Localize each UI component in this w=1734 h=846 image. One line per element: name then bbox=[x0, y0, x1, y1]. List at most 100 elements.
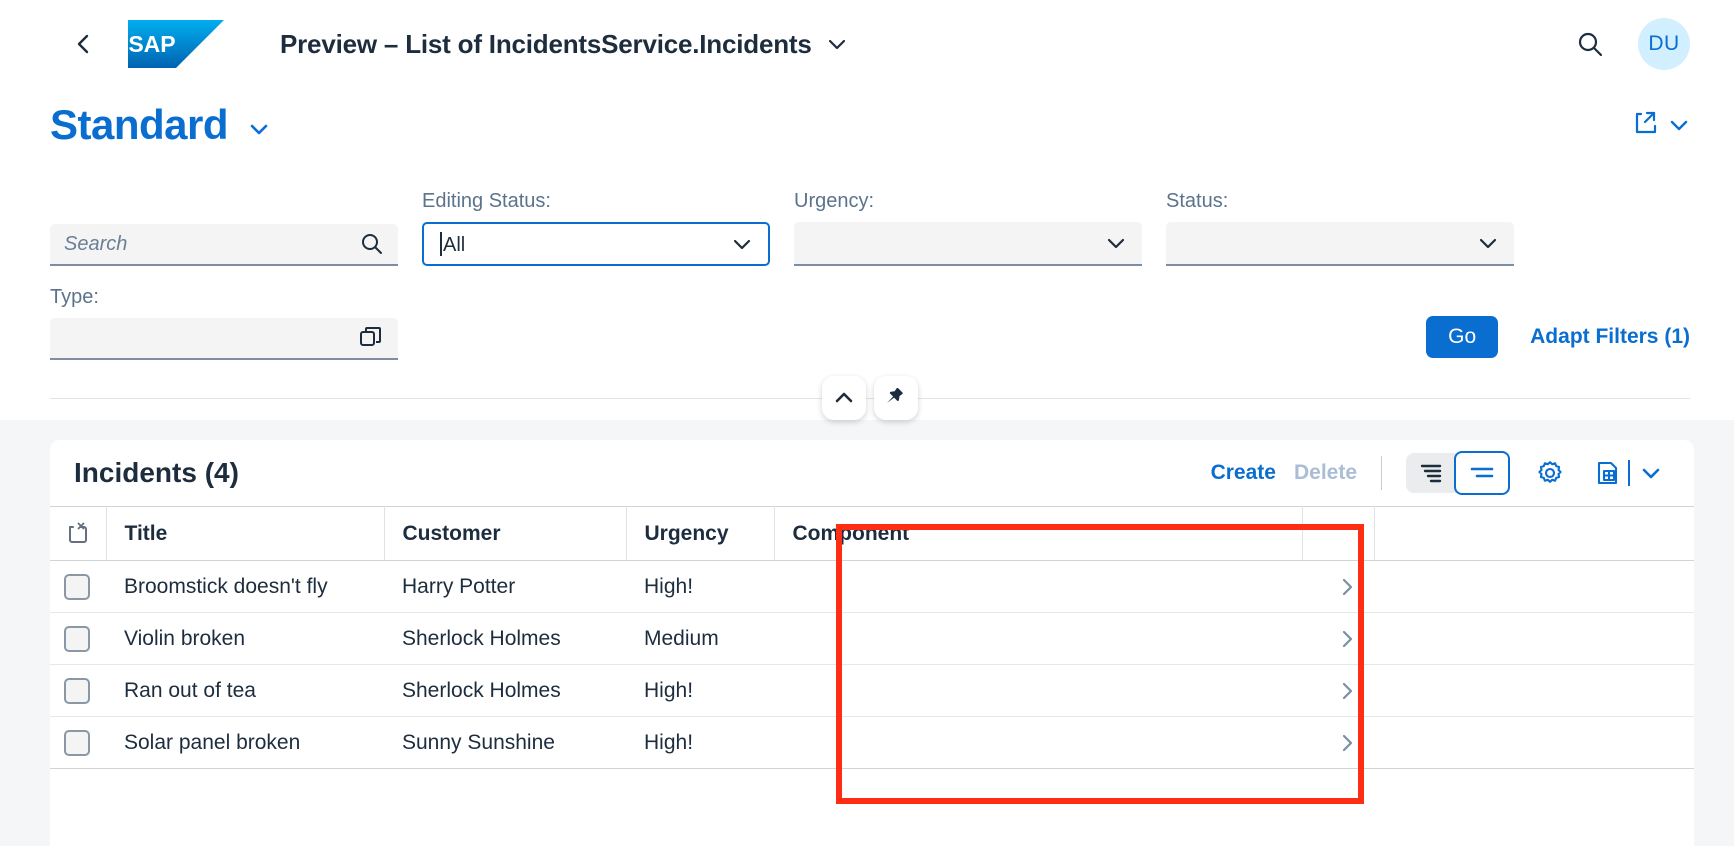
sort-descending-icon[interactable] bbox=[1406, 453, 1456, 493]
search-field-group: Search bbox=[50, 190, 398, 266]
chevron-down-icon[interactable] bbox=[1476, 231, 1500, 255]
export-button-group[interactable] bbox=[1590, 451, 1668, 495]
row-checkbox[interactable] bbox=[64, 729, 90, 756]
cell-title: Violin broken bbox=[106, 612, 384, 665]
status-field-group: Status: bbox=[1166, 188, 1514, 266]
adapt-filters-link[interactable]: Adapt Filters (1) bbox=[1530, 325, 1690, 349]
incidents-table-card: Incidents (4) Create Delete Title Custom… bbox=[50, 440, 1694, 846]
chevron-down-icon[interactable] bbox=[1668, 114, 1690, 136]
cell-urgency: Medium bbox=[626, 612, 774, 665]
column-header-urgency[interactable]: Urgency bbox=[626, 506, 775, 561]
row-checkbox[interactable] bbox=[64, 677, 90, 704]
filter-row-1: Search Editing Status: All Urgency: Stat… bbox=[50, 188, 1690, 266]
filter-actions: Go Adapt Filters (1) bbox=[1426, 316, 1690, 360]
cell-urgency: High! bbox=[626, 560, 774, 613]
table-toolbar: Incidents (4) Create Delete bbox=[50, 440, 1694, 506]
cell-customer: Harry Potter bbox=[384, 560, 626, 613]
gear-icon[interactable] bbox=[1528, 451, 1572, 495]
row-checkbox[interactable] bbox=[64, 573, 90, 600]
chevron-down-icon[interactable] bbox=[246, 116, 272, 142]
deselect-all-icon[interactable] bbox=[64, 521, 106, 547]
status-select[interactable] bbox=[1166, 222, 1514, 266]
go-button[interactable]: Go bbox=[1426, 316, 1499, 358]
cell-component bbox=[774, 560, 1302, 613]
split-divider bbox=[1628, 460, 1630, 486]
chevron-down-icon[interactable] bbox=[826, 33, 848, 55]
delete-button: Delete bbox=[1293, 461, 1357, 484]
share-menu-button[interactable] bbox=[1632, 109, 1690, 142]
sap-logo-text: SAP bbox=[128, 31, 175, 57]
row-checkbox-cell bbox=[50, 612, 106, 665]
table-row[interactable]: Solar panel broken Sunny Sunshine High! bbox=[50, 716, 1694, 769]
avatar[interactable]: DU bbox=[1638, 18, 1690, 70]
urgency-select[interactable] bbox=[794, 222, 1142, 266]
sap-logo: SAP bbox=[128, 20, 224, 68]
share-icon[interactable] bbox=[1632, 109, 1660, 142]
chevron-right-icon[interactable] bbox=[1320, 629, 1374, 649]
column-header-customer[interactable]: Customer bbox=[384, 506, 627, 561]
row-nav-cell[interactable] bbox=[1302, 560, 1374, 613]
urgency-field-group: Urgency: bbox=[794, 188, 1142, 266]
pin-icon[interactable] bbox=[874, 376, 918, 420]
search-icon[interactable] bbox=[360, 232, 384, 256]
group-lines-icon[interactable] bbox=[1454, 451, 1510, 495]
shell-bar: SAP Preview – List of IncidentsService.I… bbox=[0, 0, 1734, 88]
editing-status-field-group: Editing Status: All bbox=[422, 188, 770, 266]
search-placeholder: Search bbox=[64, 232, 128, 255]
table-header-row: Title Customer Urgency Component bbox=[50, 506, 1694, 561]
column-header-component[interactable]: Component bbox=[774, 506, 1303, 561]
chevron-up-icon[interactable] bbox=[822, 376, 866, 420]
chevron-right-icon[interactable] bbox=[1320, 681, 1374, 701]
filter-row-2: Type: Go Adapt Filters (1) bbox=[50, 284, 1690, 360]
variant-selector[interactable]: Standard bbox=[50, 101, 272, 149]
row-nav-cell[interactable] bbox=[1302, 716, 1374, 769]
editing-status-value: All bbox=[438, 231, 730, 257]
editing-status-select[interactable]: All bbox=[422, 222, 770, 266]
column-header-nav bbox=[1302, 506, 1375, 561]
chevron-right-icon[interactable] bbox=[1320, 577, 1374, 597]
chevron-down-icon[interactable] bbox=[730, 232, 754, 256]
row-checkbox[interactable] bbox=[64, 625, 90, 652]
cell-component bbox=[774, 612, 1302, 665]
cell-component bbox=[774, 664, 1302, 717]
text-caret bbox=[440, 231, 442, 256]
cell-urgency: High! bbox=[626, 716, 774, 769]
cell-title: Solar panel broken bbox=[106, 716, 384, 769]
select-all-header bbox=[50, 506, 107, 561]
cell-customer: Sunny Sunshine bbox=[384, 716, 626, 769]
table-row[interactable]: Broomstick doesn't fly Harry Potter High… bbox=[50, 560, 1694, 613]
column-header-title[interactable]: Title bbox=[106, 506, 385, 561]
row-nav-cell[interactable] bbox=[1302, 664, 1374, 717]
variant-row: Standard bbox=[0, 88, 1734, 162]
app-root: SAP Preview – List of IncidentsService.I… bbox=[0, 0, 1734, 846]
table-title: Incidents (4) bbox=[74, 457, 239, 488]
shell-title[interactable]: Preview – List of IncidentsService.Incid… bbox=[280, 29, 848, 60]
type-label: Type: bbox=[50, 286, 99, 308]
search-input[interactable]: Search bbox=[50, 224, 398, 266]
table-header: Title Customer Urgency Component bbox=[50, 506, 1694, 561]
cell-customer: Sherlock Holmes bbox=[384, 664, 626, 717]
filter-bar: Search Editing Status: All Urgency: Stat… bbox=[0, 162, 1734, 420]
chevron-down-icon[interactable] bbox=[1634, 451, 1668, 495]
column-header-spacer bbox=[1374, 506, 1694, 561]
row-nav-cell[interactable] bbox=[1302, 612, 1374, 665]
type-field-group: Type: bbox=[50, 284, 398, 360]
table-row[interactable]: Violin broken Sherlock Holmes Medium bbox=[50, 612, 1694, 665]
type-input[interactable] bbox=[50, 318, 398, 360]
filter-toggle-group bbox=[822, 376, 918, 420]
back-icon[interactable] bbox=[64, 24, 104, 64]
cell-customer: Sherlock Holmes bbox=[384, 612, 626, 665]
table-toolbar-actions: Create Delete bbox=[1211, 451, 1668, 495]
editing-status-label: Editing Status: bbox=[422, 190, 551, 212]
export-spreadsheet-icon[interactable] bbox=[1590, 451, 1624, 495]
cell-title: Ran out of tea bbox=[106, 664, 384, 717]
search-icon[interactable] bbox=[1568, 22, 1612, 66]
chevron-down-icon[interactable] bbox=[1104, 231, 1128, 255]
row-checkbox-cell bbox=[50, 716, 106, 769]
value-help-icon[interactable] bbox=[358, 325, 384, 351]
chevron-right-icon[interactable] bbox=[1320, 733, 1374, 753]
create-button[interactable]: Create bbox=[1211, 461, 1276, 485]
content-area: Incidents (4) Create Delete Title Custom… bbox=[0, 420, 1734, 846]
table-row[interactable]: Ran out of tea Sherlock Holmes High! bbox=[50, 664, 1694, 717]
view-mode-segmented bbox=[1406, 451, 1510, 495]
